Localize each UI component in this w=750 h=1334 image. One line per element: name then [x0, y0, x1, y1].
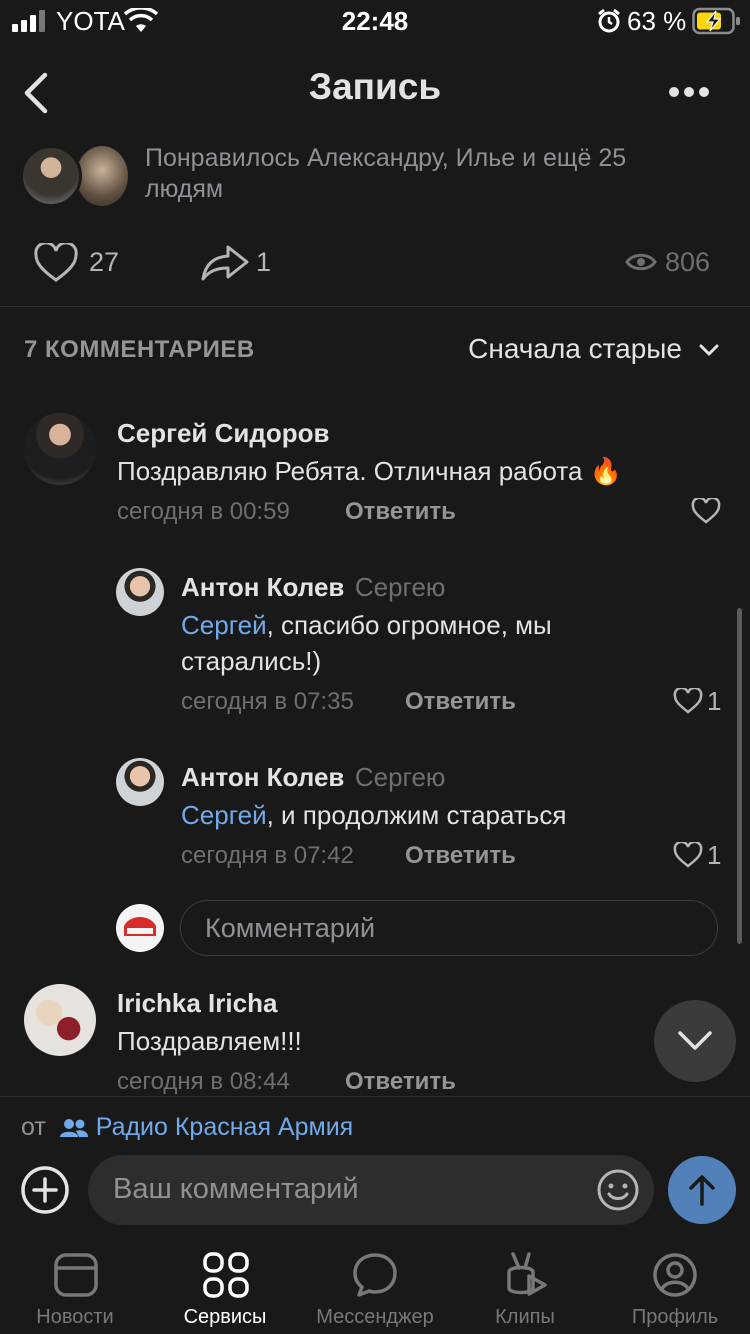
comment-text: Поздравляю Ребята. Отличная работа — [117, 456, 583, 486]
likes-count: 27 — [89, 247, 120, 277]
profile-icon — [653, 1253, 697, 1297]
avatar[interactable] — [24, 984, 96, 1056]
page-title: Запись — [308, 66, 442, 107]
tab-label: Профиль — [631, 1306, 719, 1328]
scroll-down-button[interactable] — [654, 1000, 736, 1082]
add-attachment-icon[interactable] — [20, 1165, 70, 1215]
comment-time: сегодня в 07:35 — [181, 688, 354, 715]
comment-author[interactable]: Irichka Iricha — [117, 988, 277, 1019]
reply-button[interactable]: Ответить — [405, 842, 516, 870]
news-icon — [54, 1253, 98, 1297]
messenger-icon — [353, 1253, 397, 1297]
comment-time: сегодня в 07:42 — [181, 842, 354, 869]
send-button[interactable] — [668, 1156, 736, 1224]
chevron-down-icon[interactable] — [698, 343, 720, 357]
reply-comment-input[interactable]: Комментарий — [180, 900, 718, 956]
tab-label: Клипы — [495, 1306, 555, 1328]
arrow-up-icon — [689, 1175, 715, 1206]
radio-logo-icon — [124, 917, 156, 936]
comment-text: Поздравляем!!! — [117, 1026, 302, 1056]
from-prefix: от — [21, 1113, 46, 1141]
group-name: Радио Красная Армия — [95, 1113, 354, 1141]
comment-input-placeholder: Ваш комментарий — [113, 1173, 359, 1205]
status-bar: YOTA 22:48 63 % — [0, 0, 750, 44]
sort-dropdown[interactable]: Сначала старые — [468, 333, 682, 365]
comment-time: сегодня в 00:59 — [117, 498, 290, 525]
like-count: 1 — [707, 686, 722, 716]
group-avatar — [116, 904, 164, 952]
heart-icon[interactable] — [691, 498, 721, 524]
reply-button[interactable]: Ответить — [405, 688, 516, 716]
views-count: 806 — [665, 247, 711, 277]
comment-author[interactable]: Сергей Сидоров — [117, 418, 330, 449]
battery-percent: 63 % — [627, 6, 687, 36]
reply-comment-placeholder: Комментарий — [205, 913, 376, 943]
comment-text: , и продолжим стараться — [266, 800, 567, 830]
avatar[interactable] — [116, 568, 164, 616]
tab-label: Новости — [36, 1306, 114, 1328]
fire-emoji: 🔥 — [589, 456, 623, 486]
tab-label: Мессенджер — [316, 1306, 434, 1328]
alarm-icon — [598, 8, 620, 33]
services-icon — [203, 1252, 249, 1298]
comment-author[interactable]: Антон Колев — [181, 762, 344, 792]
heart-icon[interactable] — [33, 243, 79, 283]
tab-label: Сервисы — [183, 1306, 267, 1328]
like-count: 1 — [707, 840, 722, 870]
heart-icon[interactable] — [673, 688, 703, 714]
scrollbar[interactable] — [737, 608, 742, 944]
battery-icon — [692, 7, 740, 35]
clips-icon — [507, 1252, 547, 1296]
liker-avatar-2[interactable] — [76, 146, 128, 206]
reply-button[interactable]: Ответить — [345, 498, 456, 526]
share-icon[interactable] — [200, 244, 250, 282]
avatar[interactable] — [24, 413, 96, 485]
comments-count: 7 КОММЕНТАРИЕВ — [24, 336, 255, 363]
reply-to-label[interactable]: Сергею — [355, 762, 446, 792]
post-as-selector[interactable]: от Радио Красная Армия — [21, 1113, 353, 1142]
more-icon[interactable] — [668, 85, 710, 99]
shares-count: 1 — [256, 247, 272, 277]
mention-link[interactable]: Сергей — [181, 800, 267, 830]
emoji-icon[interactable] — [595, 1167, 641, 1213]
comment-time: сегодня в 08:44 — [117, 1068, 290, 1095]
comment-author[interactable]: Антон Колев — [181, 572, 344, 602]
divider — [0, 306, 750, 307]
eye-icon — [625, 253, 657, 271]
reply-to-label[interactable]: Сергею — [355, 572, 446, 602]
reply-button[interactable]: Ответить — [345, 1068, 456, 1096]
mention-link[interactable]: Сергей — [181, 610, 267, 640]
comment-input[interactable]: Ваш комментарий — [88, 1155, 654, 1225]
group-icon — [59, 1119, 88, 1137]
likes-summary[interactable]: Понравилось Александру, Илье и ещё 25 лю… — [145, 143, 705, 205]
chevron-down-icon — [678, 1031, 712, 1050]
avatar[interactable] — [116, 758, 164, 806]
heart-icon[interactable] — [673, 842, 703, 868]
liker-avatar-1[interactable] — [20, 145, 82, 207]
